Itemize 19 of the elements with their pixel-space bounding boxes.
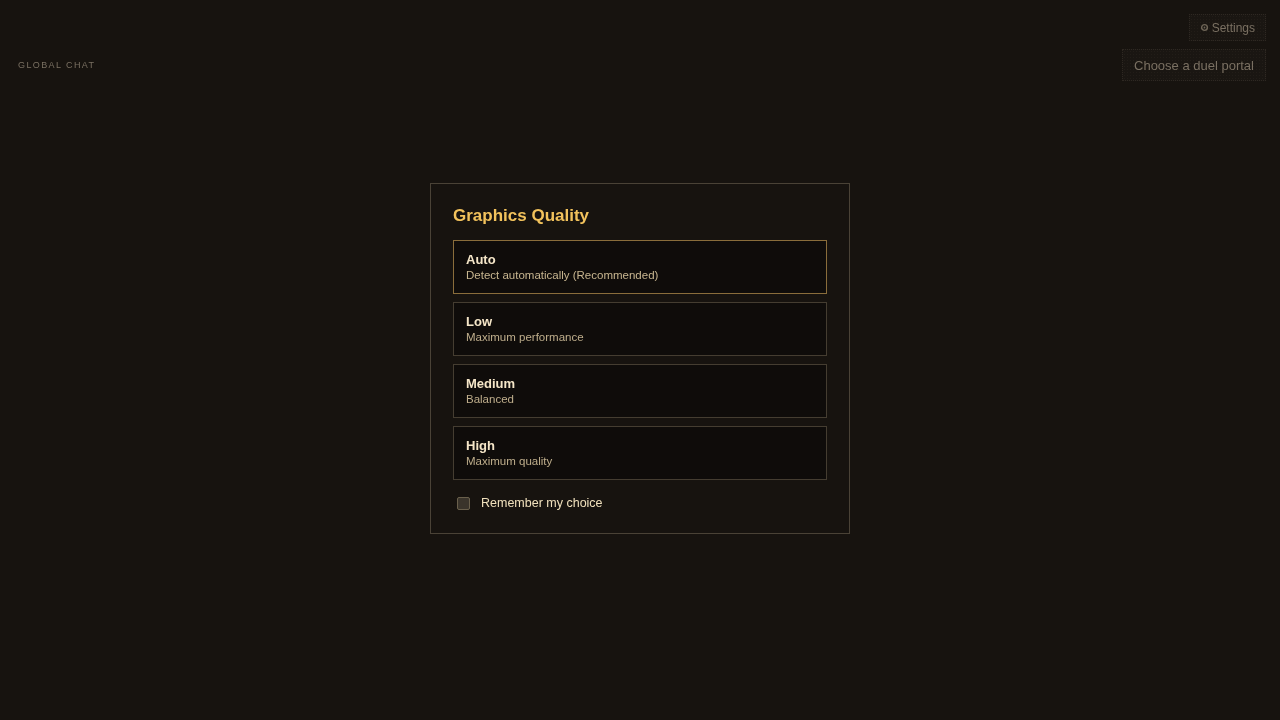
option-description: Detect automatically (Recommended) bbox=[466, 268, 659, 283]
dialog-title: Graphics Quality bbox=[453, 206, 591, 226]
quality-option[interactable]: Medium Balanced bbox=[453, 364, 827, 418]
option-description: Maximum quality bbox=[466, 454, 553, 469]
chat-heading: GLOBAL CHAT bbox=[18, 60, 96, 70]
remember-checkbox[interactable] bbox=[457, 496, 470, 510]
quality-option[interactable]: Auto Detect automatically (Recommended) bbox=[453, 240, 827, 294]
duel-portal-button[interactable]: Choose a duel portal bbox=[1122, 49, 1266, 81]
option-label: Low bbox=[466, 313, 492, 330]
remember-label: Remember my choice bbox=[481, 496, 603, 510]
option-description: Maximum performance bbox=[466, 330, 584, 345]
option-label: Medium bbox=[466, 375, 516, 392]
settings-icon bbox=[1199, 23, 1209, 32]
option-label: Auto bbox=[466, 251, 496, 268]
quality-option[interactable]: Low Maximum performance bbox=[453, 302, 827, 356]
quality-option[interactable]: High Maximum quality bbox=[453, 426, 827, 480]
option-label: High bbox=[466, 437, 495, 454]
settings-button[interactable]: Settings bbox=[1188, 14, 1266, 41]
option-description: Balanced bbox=[466, 392, 514, 407]
